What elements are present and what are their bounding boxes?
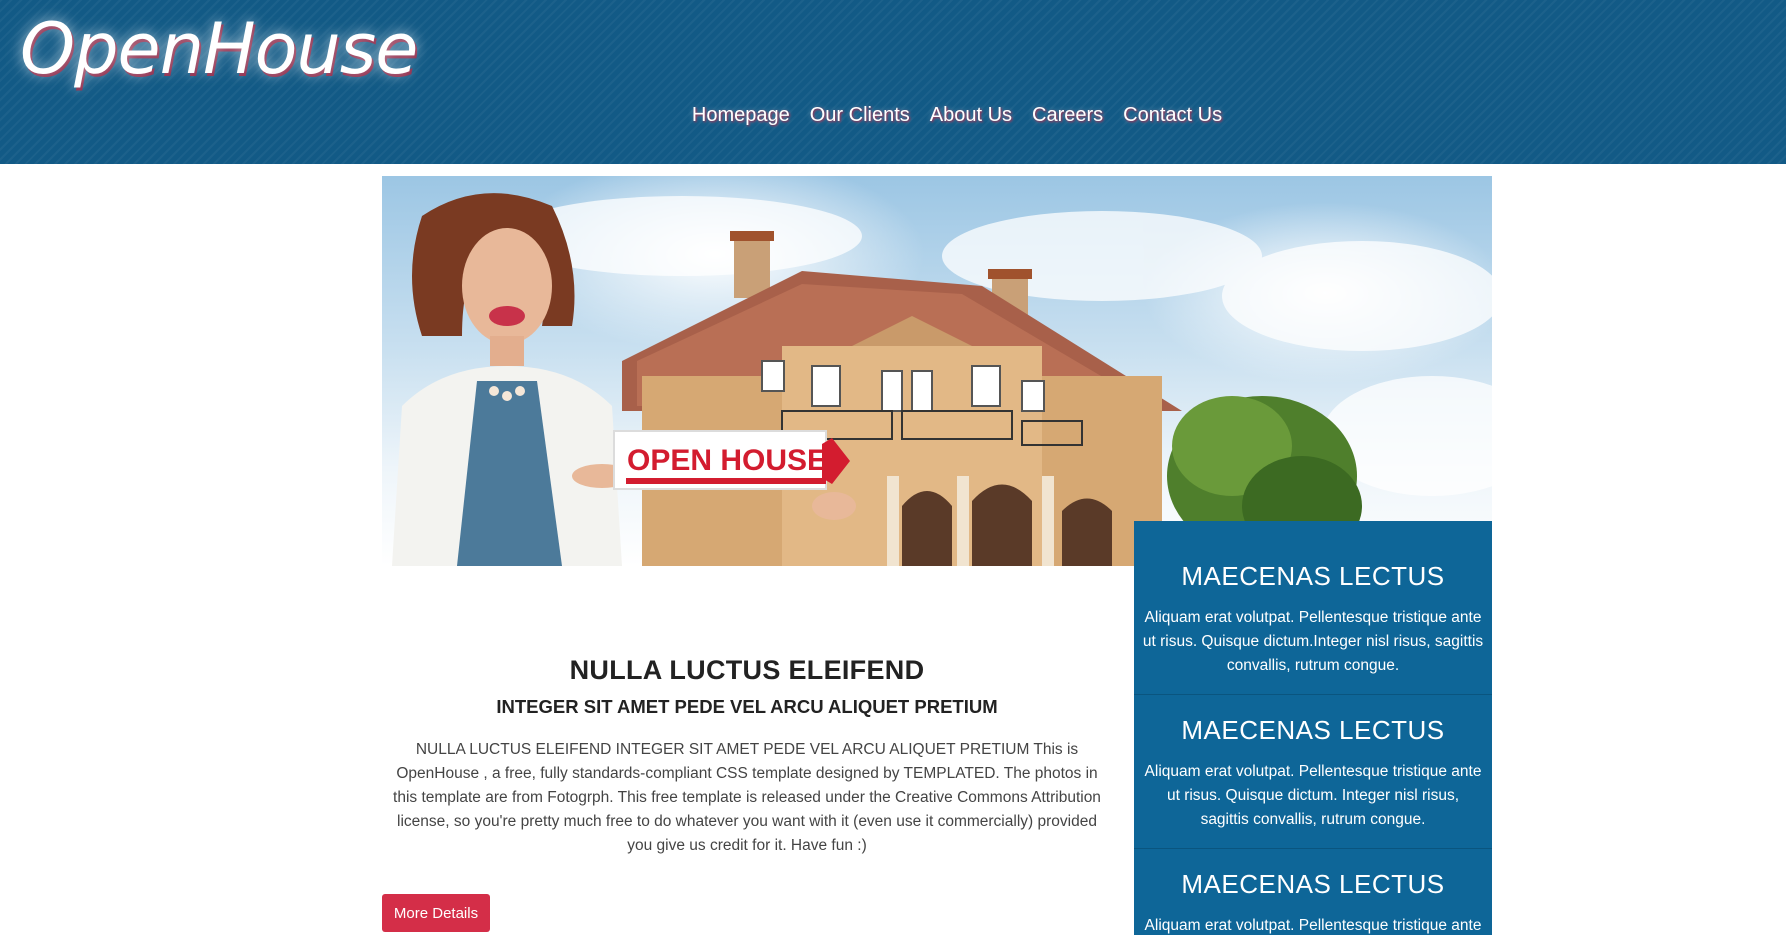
sidebar-block: MAECENAS LECTUS Aliquam erat volutpat. P…	[1134, 849, 1492, 935]
sidebar-block-text: Aliquam erat volutpat. Pellentesque tris…	[1144, 917, 1482, 934]
nav-link-homepage[interactable]: Homepage	[692, 104, 790, 127]
sidebar: MAECENAS LECTUS Aliquam erat volutpat. P…	[1134, 521, 1492, 935]
sidebar-block-text: Aliquam erat volutpat. Pellentesque tris…	[1144, 763, 1482, 828]
hero-banner-image: OPEN HOUSE	[382, 176, 1492, 566]
sidebar-block-title: MAECENAS LECTUS	[1181, 715, 1445, 745]
site-header: OpenHouse Homepage Our Clients About Us …	[0, 0, 1786, 164]
sidebar-block: MAECENAS LECTUS Aliquam erat volutpat. P…	[1134, 521, 1492, 695]
site-logo[interactable]: OpenHouse	[20, 14, 418, 84]
page-title: NULLA LUCTUS ELEIFEND	[569, 655, 925, 685]
main-content: NULLA LUCTUS ELEIFEND INTEGER SIT AMET P…	[382, 655, 1112, 858]
hero-illustration: OPEN HOUSE	[392, 193, 1492, 566]
main-nav: Homepage Our Clients About Us Careers Co…	[0, 104, 1786, 127]
more-details-button[interactable]: More Details	[382, 894, 490, 932]
intro-paragraph: NULLA LUCTUS ELEIFEND INTEGER SIT AMET P…	[393, 741, 1101, 854]
nav-link-careers[interactable]: Careers	[1032, 104, 1103, 127]
nav-link-about-us[interactable]: About Us	[930, 104, 1012, 127]
sidebar-block: MAECENAS LECTUS Aliquam erat volutpat. P…	[1134, 695, 1492, 849]
sidebar-block-text: Aliquam erat volutpat. Pellentesque tris…	[1142, 609, 1484, 674]
sidebar-block-title: MAECENAS LECTUS	[1181, 561, 1445, 591]
nav-link-our-clients[interactable]: Our Clients	[810, 104, 910, 127]
page-subtitle: INTEGER SIT AMET PEDE VEL ARCU ALIQUET P…	[496, 696, 998, 717]
sidebar-block-title: MAECENAS LECTUS	[1181, 869, 1445, 899]
nav-link-contact-us[interactable]: Contact Us	[1123, 104, 1222, 127]
sign-text: OPEN HOUSE	[627, 444, 827, 477]
